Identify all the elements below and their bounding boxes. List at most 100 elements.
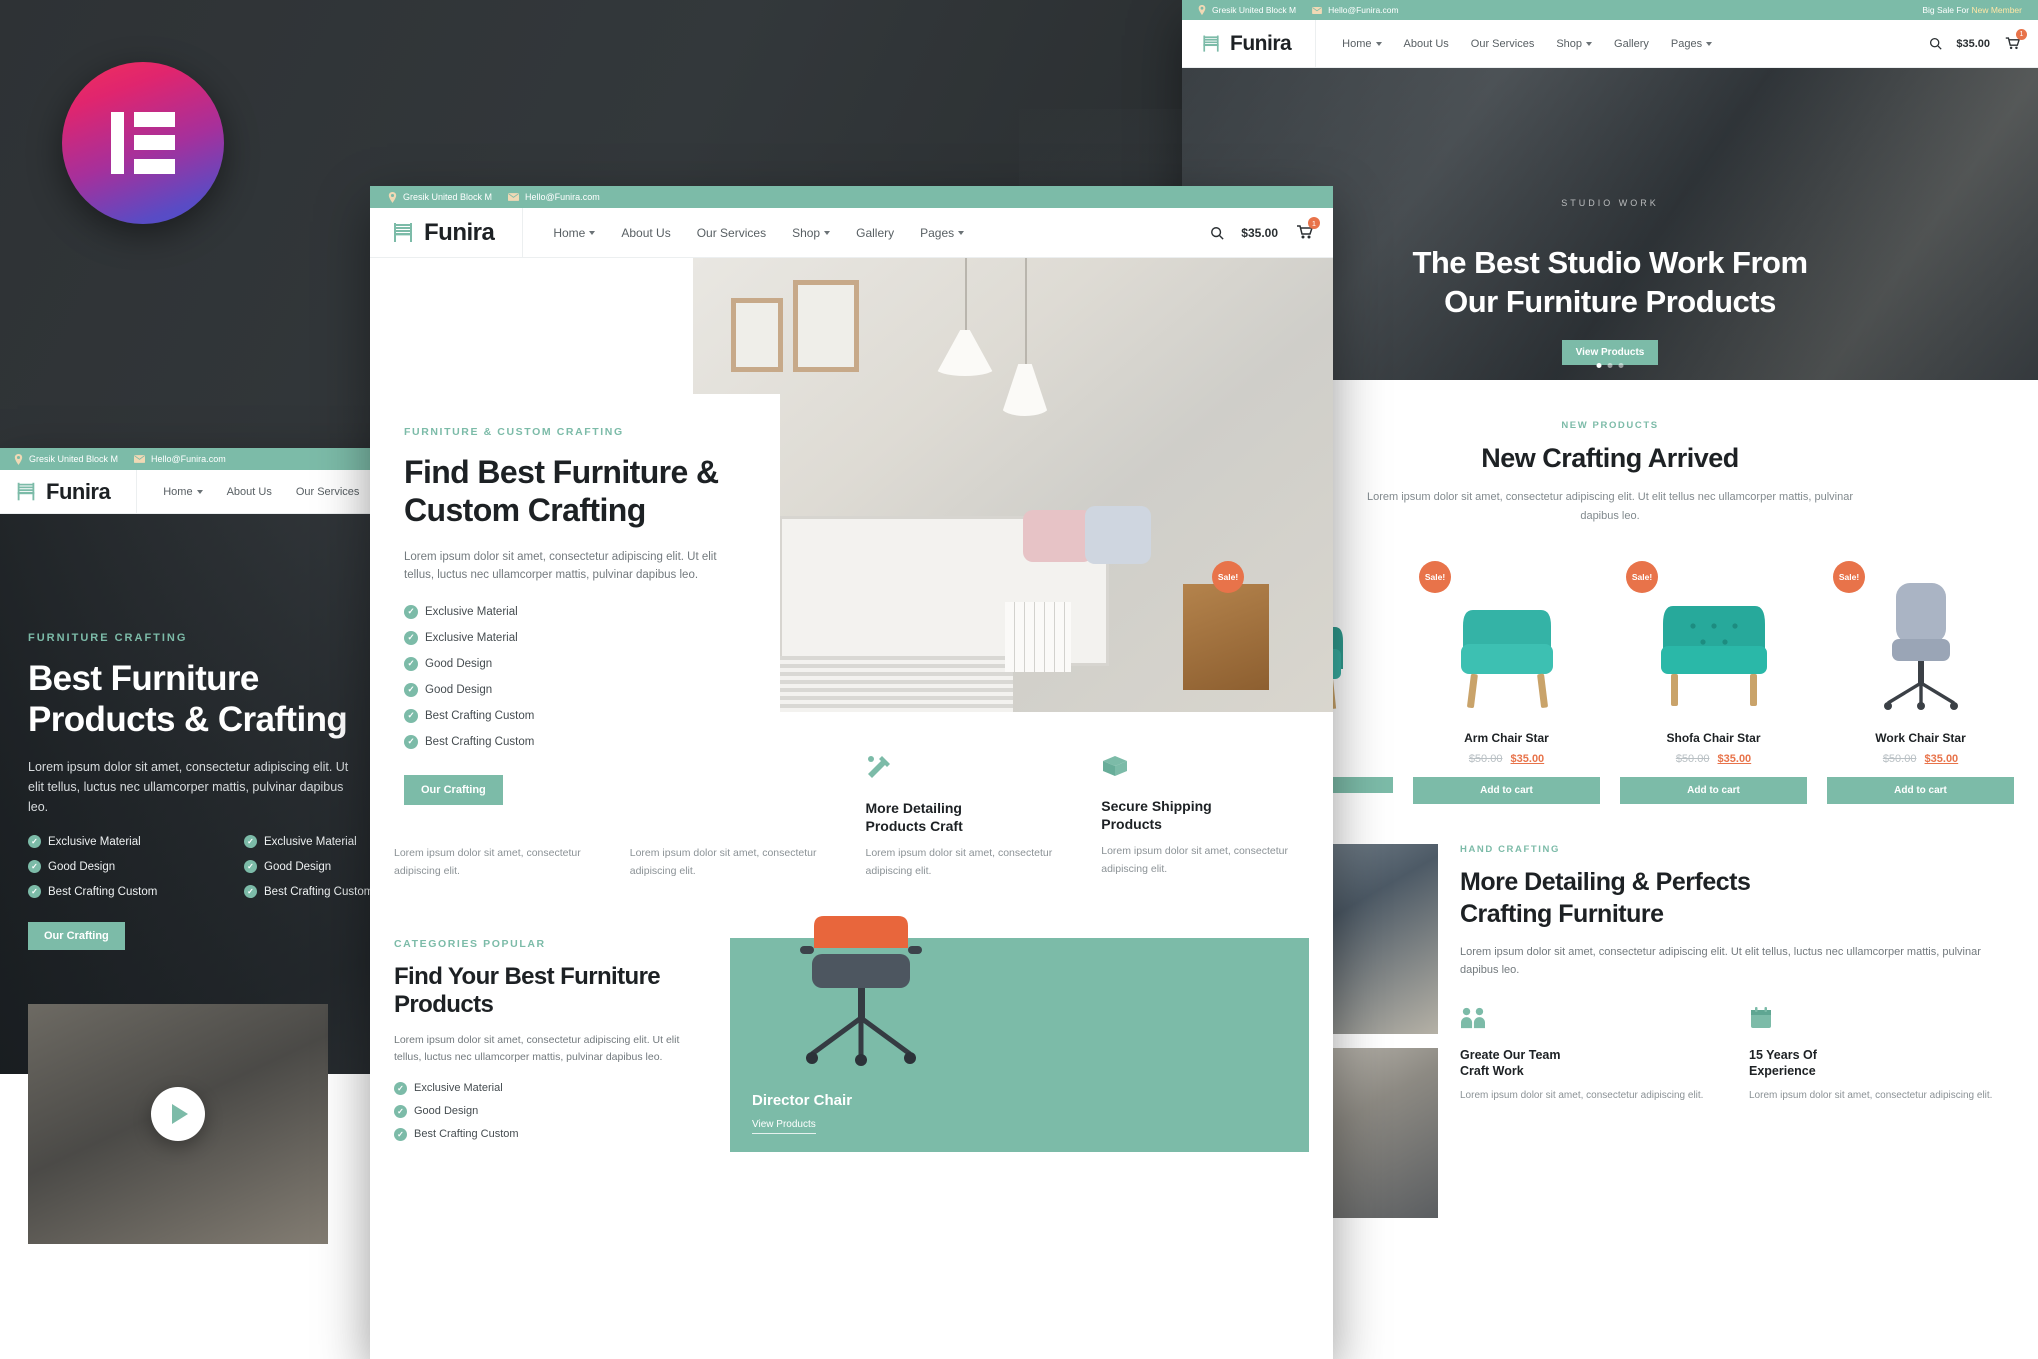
- product-price: $50.00 $35.00: [1675, 753, 1752, 766]
- right-email: Hello@Funira.com: [1312, 5, 1399, 15]
- lamp-cord-2: [1025, 258, 1027, 370]
- slider-dot-3[interactable]: [1618, 363, 1624, 368]
- center-tick-best-2: ✓ Best Crafting Custom: [404, 734, 564, 749]
- chevron-down-icon: [1706, 41, 1713, 46]
- check-icon: ✓: [404, 630, 418, 645]
- product-card[interactable]: Sale! Shofa Chair Star $50.00 $35.00 Add…: [1620, 557, 1807, 805]
- right-view-products-button[interactable]: View Products: [1561, 339, 1659, 365]
- center-brand-text: Funira: [424, 218, 495, 246]
- center-feature-title: Secure Shipping Products: [1101, 798, 1212, 833]
- box-icon: [1101, 756, 1129, 782]
- director-chair-icon: [800, 916, 922, 1066]
- center-menu-item-gallery[interactable]: Gallery: [856, 226, 894, 240]
- right-menu-item-services[interactable]: Our Services: [1471, 38, 1535, 50]
- center-menu-item-services[interactable]: Our Services: [697, 226, 766, 240]
- tools-icon: [866, 756, 892, 784]
- left-menu[interactable]: Home About Us Our Services Sho: [137, 486, 403, 498]
- slider-dot-1[interactable]: [1596, 363, 1602, 368]
- product-price: $50.00 $35.00: [1882, 753, 1959, 766]
- center-our-crafting-button[interactable]: Our Crafting: [404, 774, 503, 805]
- right-menu-item-about[interactable]: About Us: [1404, 38, 1449, 50]
- mail-icon: [508, 193, 520, 201]
- center-promo-link[interactable]: View Products: [752, 1119, 816, 1134]
- left-menu-item-1[interactable]: About Us: [227, 486, 272, 498]
- calendar-icon: [1751, 1006, 1771, 1028]
- center-menu-item-about[interactable]: About Us: [621, 226, 670, 240]
- center-hero: FURNITURE & CUSTOM CRAFTING Find Best Fu…: [370, 258, 1333, 841]
- mini-feature-title: Greate Our Team Craft Work: [1460, 1047, 1561, 1079]
- add-to-cart-button[interactable]: Add to cart: [1413, 777, 1600, 805]
- center-hero-photo: [693, 258, 1333, 712]
- center-tick-good-1: ✓ Good Design: [404, 656, 564, 671]
- center-promo-card[interactable]: Director Chair View Products: [730, 916, 1309, 1152]
- search-icon[interactable]: [1929, 37, 1942, 50]
- right-hero-slider-dots[interactable]: [1596, 363, 1624, 368]
- left-brand[interactable]: Funira: [14, 470, 138, 513]
- center-cat-tick-2: ✓ Best Crafting Custom: [394, 1127, 704, 1141]
- sofa-chair-icon: [1660, 606, 1767, 707]
- check-icon: ✓: [28, 885, 41, 899]
- left-our-crafting-button[interactable]: Our Crafting: [28, 922, 125, 951]
- center-menu-item-shop[interactable]: Shop: [792, 226, 831, 240]
- left-menu-item-0[interactable]: Home: [163, 486, 203, 498]
- product-card[interactable]: Sale! Work Chair Star $50.00 $35.00 Add …: [1827, 557, 2014, 805]
- mini-feature: 15 Years Of Experience Lorem ipsum dolor…: [1749, 1006, 2014, 1105]
- wood-stool: [1183, 584, 1269, 690]
- check-icon: ✓: [28, 860, 41, 874]
- preview-site-center[interactable]: Gresik United Block M Hello@Funira.com F…: [370, 186, 1333, 1359]
- right-brand[interactable]: Funira: [1200, 20, 1317, 67]
- right-menu-item-gallery[interactable]: Gallery: [1614, 38, 1649, 50]
- chevron-down-icon: [196, 489, 203, 494]
- mini-feature-title: 15 Years Of Experience: [1749, 1047, 1817, 1079]
- product-name: Work Chair Star: [1875, 731, 1966, 746]
- center-brand[interactable]: Funira: [390, 208, 524, 257]
- center-feature-desc: Lorem ipsum dolor sit amet, consectetur …: [1101, 845, 1288, 875]
- location-pin-icon: [14, 453, 23, 465]
- slider-dot-2[interactable]: [1607, 363, 1613, 368]
- play-button[interactable]: [151, 1087, 205, 1142]
- check-icon: ✓: [28, 835, 41, 849]
- center-tick-exclusive-2: ✓ Exclusive Material: [404, 630, 564, 645]
- right-address: Gresik United Block M: [1198, 5, 1296, 15]
- right-cart[interactable]: 1: [2004, 28, 2027, 53]
- left-email: Hello@Funira.com: [134, 454, 226, 464]
- right-navtools: $35.00 1: [1929, 28, 2038, 53]
- chevron-down-icon: [824, 230, 831, 235]
- center-categories-eyebrow: CATEGORIES POPULAR: [394, 938, 546, 950]
- right-hand-crafting-eyebrow: HAND CRAFTING: [1460, 844, 1560, 856]
- center-address: Gresik United Block M: [388, 191, 493, 203]
- right-menu[interactable]: Home About Us Our Services Shop Gallery …: [1316, 38, 1713, 50]
- check-icon: ✓: [404, 656, 418, 671]
- right-topbar: Gresik United Block M Hello@Funira.com B…: [1182, 0, 2038, 20]
- right-menu-item-pages[interactable]: Pages: [1671, 38, 1713, 50]
- add-to-cart-button[interactable]: Add to cart: [1827, 777, 2014, 805]
- location-pin-icon: [388, 191, 397, 203]
- center-feature-desc: Lorem ipsum dolor sit amet, consectetur …: [394, 847, 581, 877]
- chevron-down-icon: [589, 230, 596, 235]
- center-hero-title: Find Best Furniture & Custom Crafting: [404, 454, 719, 528]
- check-icon: ✓: [404, 604, 418, 619]
- search-icon[interactable]: [1210, 226, 1224, 240]
- left-address: Gresik United Block M: [14, 453, 119, 465]
- chair-logo-icon: [17, 482, 35, 500]
- center-menu-item-pages[interactable]: Pages: [920, 226, 965, 240]
- center-feature-3: Secure Shipping Products Lorem ipsum dolo…: [1101, 754, 1309, 880]
- location-pin-icon: [1198, 5, 1206, 15]
- left-menu-item-2[interactable]: Our Services: [296, 486, 360, 498]
- pillow-2: [1085, 506, 1151, 564]
- center-tick-good-2: ✓ Good Design: [404, 682, 564, 697]
- center-promo-title: Director Chair: [752, 1092, 853, 1109]
- right-menu-item-shop[interactable]: Shop: [1556, 38, 1593, 50]
- product-card[interactable]: Sale! Arm Chair Star $50.00 $35.00 Add t…: [1413, 557, 1600, 805]
- center-menu[interactable]: Home About Us Our Services Shop Gallery …: [523, 226, 965, 240]
- center-menu-item-home[interactable]: Home: [553, 226, 596, 240]
- office-chair-icon: [1883, 583, 1958, 711]
- add-to-cart-button[interactable]: Add to cart: [1620, 777, 1807, 805]
- check-icon: ✓: [244, 860, 257, 874]
- right-menu-item-home[interactable]: Home: [1342, 38, 1382, 50]
- center-cart[interactable]: 1: [1295, 217, 1320, 242]
- left-tick-0: ✓ Exclusive Material: [28, 835, 208, 849]
- left-address-text: Gresik United Block M: [29, 454, 119, 464]
- center-address-text: Gresik United Block M: [403, 192, 493, 202]
- left-video-block[interactable]: [28, 1004, 328, 1244]
